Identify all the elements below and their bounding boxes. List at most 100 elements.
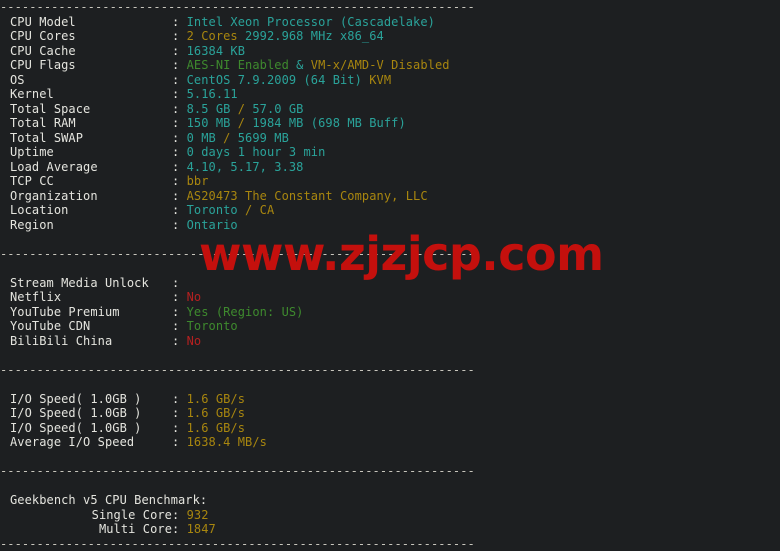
info-value: 1.6 GB/s [187, 421, 245, 435]
colon-separator: : [172, 58, 187, 72]
colon-separator: : [172, 435, 187, 449]
info-value: 932 [187, 508, 209, 522]
colon-separator: : [172, 145, 187, 159]
info-value: Toronto [187, 319, 238, 333]
info-value: & [289, 58, 311, 72]
colon-separator: : [172, 290, 187, 304]
info-label: Region [10, 218, 172, 233]
info-value: 1638.4 MB/s [187, 435, 267, 449]
info-label: CPU Cache [10, 44, 172, 59]
info-value: 0 days 1 hour 3 min [187, 145, 326, 159]
section-heading-text: Geekbench v5 CPU Benchmark: [10, 493, 207, 507]
info-value: 1847 [187, 522, 216, 536]
info-row: OS: CentOS 7.9.2009 (64 Bit) KVM [0, 73, 780, 88]
info-value: 8.5 GB [187, 102, 238, 116]
info-value: CA [260, 203, 275, 217]
info-row: CPU Cache: 16384 KB [0, 44, 780, 59]
info-label: Location [10, 203, 172, 218]
info-row: Location: Toronto / CA [0, 203, 780, 218]
info-label: Organization [10, 189, 172, 204]
colon-separator: : [172, 406, 187, 420]
info-value: VM-x/AMD-V Disabled [311, 58, 450, 72]
info-row: I/O Speed( 1.0GB ): 1.6 GB/s [0, 421, 780, 436]
info-value: 16384 KB [187, 44, 245, 58]
info-value: 5.16.11 [187, 87, 238, 101]
separator-line: ----------------------------------------… [0, 537, 780, 551]
info-value: 2992.968 MHz x86_64 [245, 29, 384, 43]
info-row: Total Space: 8.5 GB / 57.0 GB [0, 102, 780, 117]
colon-separator: : [172, 319, 187, 333]
info-label: OS [10, 73, 172, 88]
info-row: CPU Flags: AES-NI Enabled & VM-x/AMD-V D… [0, 58, 780, 73]
colon-separator: : [172, 189, 187, 203]
info-label: CPU Flags [10, 58, 172, 73]
info-value: Ontario [187, 218, 238, 232]
info-value: No [187, 334, 202, 348]
info-label: Stream Media Unlock [10, 276, 172, 291]
info-value: No [187, 290, 202, 304]
colon-separator: : [172, 203, 187, 217]
info-value: / [245, 203, 260, 217]
info-value: Toronto [187, 203, 245, 217]
info-label: Average I/O Speed [10, 435, 172, 450]
colon-separator: : [172, 131, 187, 145]
info-row: YouTube Premium: Yes (Region: US) [0, 305, 780, 320]
info-row: Kernel: 5.16.11 [0, 87, 780, 102]
colon-separator: : [172, 15, 187, 29]
section-heading: Geekbench v5 CPU Benchmark: [0, 493, 780, 508]
info-row: Multi Core: 1847 [0, 522, 780, 537]
info-label: Uptime [10, 145, 172, 160]
info-row: Total RAM: 150 MB / 1984 MB (698 MB Buff… [0, 116, 780, 131]
info-value: 5699 MB [238, 131, 289, 145]
info-value: 1984 MB [252, 116, 310, 130]
info-value: / [223, 131, 238, 145]
info-row: YouTube CDN: Toronto [0, 319, 780, 334]
blank-line [0, 377, 780, 392]
colon-separator: : [172, 87, 187, 101]
info-row: BiliBili China: No [0, 334, 780, 349]
info-value: 2 Cores [187, 29, 245, 43]
info-value: 4.10, 5.17, 3.38 [187, 160, 304, 174]
colon-separator: : [172, 334, 187, 348]
info-label: Netflix [10, 290, 172, 305]
info-value: 1.6 GB/s [187, 392, 245, 406]
info-value: AES-NI Enabled [187, 58, 289, 72]
info-value: Intel Xeon Processor (Cascadelake) [187, 15, 435, 29]
colon-separator: : [172, 29, 187, 43]
info-value: 1.6 GB/s [187, 406, 245, 420]
info-row: Uptime: 0 days 1 hour 3 min [0, 145, 780, 160]
info-row: Stream Media Unlock: [0, 276, 780, 291]
info-label: Total Space [10, 102, 172, 117]
info-value: KVM [369, 73, 391, 87]
info-row: Total SWAP: 0 MB / 5699 MB [0, 131, 780, 146]
colon-separator: : [172, 392, 187, 406]
info-value: / [238, 102, 253, 116]
info-label: I/O Speed( 1.0GB ) [10, 406, 172, 421]
info-label: Multi Core [10, 522, 172, 537]
blank-line [0, 348, 780, 363]
info-value: AS20473 The Constant Company, LLC [187, 189, 428, 203]
info-label: Load Average [10, 160, 172, 175]
info-label: TCP CC [10, 174, 172, 189]
separator-line: ----------------------------------------… [0, 464, 780, 479]
info-label: CPU Cores [10, 29, 172, 44]
info-value: CentOS 7.9.2009 (64 Bit) [187, 73, 370, 87]
info-label: I/O Speed( 1.0GB ) [10, 421, 172, 436]
info-row: CPU Model: Intel Xeon Processor (Cascade… [0, 15, 780, 30]
info-row: I/O Speed( 1.0GB ): 1.6 GB/s [0, 406, 780, 421]
colon-separator: : [172, 102, 187, 116]
info-label: Kernel [10, 87, 172, 102]
info-label: BiliBili China [10, 334, 172, 349]
colon-separator: : [172, 160, 187, 174]
separator-line: ----------------------------------------… [0, 247, 780, 262]
blank-line [0, 232, 780, 247]
info-label: Total SWAP [10, 131, 172, 146]
separator-line: ----------------------------------------… [0, 363, 780, 378]
info-row: Organization: AS20473 The Constant Compa… [0, 189, 780, 204]
blank-line [0, 261, 780, 276]
blank-line [0, 450, 780, 465]
blank-line [0, 479, 780, 494]
info-value: 57.0 GB [252, 102, 303, 116]
info-value: bbr [187, 174, 209, 188]
info-row: Average I/O Speed: 1638.4 MB/s [0, 435, 780, 450]
